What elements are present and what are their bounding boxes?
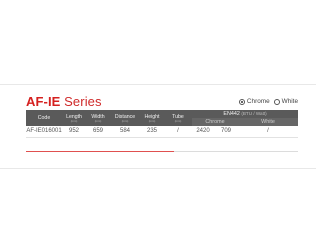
column-header-en442: EN442 (BTU / Watt)	[192, 110, 299, 118]
sub-header-white: White	[238, 118, 299, 126]
finish-option-label: Chrome	[246, 98, 270, 105]
column-header-height: Height (mm)	[140, 110, 164, 126]
series-code: AF-IE	[26, 94, 61, 109]
cell-white: /	[238, 126, 299, 138]
series-title: AF-IE Series	[26, 95, 102, 109]
divider	[0, 168, 316, 169]
finish-selector: Chrome White	[238, 98, 298, 105]
column-header-width: Width (mm)	[86, 110, 110, 126]
cell-height: 235	[140, 126, 164, 138]
finish-option-white[interactable]: White	[273, 98, 298, 105]
cell-length: 952	[62, 126, 86, 138]
cell-width: 659	[86, 126, 110, 138]
cell-distance: 584	[110, 126, 140, 138]
cell-code: AF-IE016001	[26, 126, 62, 138]
divider	[0, 84, 316, 85]
page-header-area	[0, 0, 316, 84]
cell-chrome-watt: 709	[214, 126, 238, 138]
series-label: Series	[60, 94, 102, 109]
column-header-code: Code	[26, 110, 62, 126]
table-bottom-border	[174, 151, 298, 152]
column-header-tube: Tube (mm)	[164, 110, 192, 126]
cell-tube: /	[164, 126, 192, 138]
product-series-panel: AF-IE Series Chrome White Code Length (mm…	[22, 90, 299, 160]
table-row: AF-IE016001 952 659 584 235 / 2420 709 /	[26, 126, 299, 138]
finish-option-label: White	[281, 98, 298, 105]
radio-selected-icon	[238, 98, 245, 105]
finish-option-chrome[interactable]: Chrome	[238, 98, 270, 105]
column-header-distance: Distance (mm)	[110, 110, 140, 126]
sub-header-chrome: Chrome	[192, 118, 238, 126]
cell-chrome-btu: 2420	[192, 126, 214, 138]
column-header-length: Length (mm)	[62, 110, 86, 126]
spec-table: Code Length (mm) Width (mm) Distance (mm) H…	[26, 110, 299, 138]
radio-unselected-icon	[273, 98, 280, 105]
accent-underline	[26, 151, 174, 152]
